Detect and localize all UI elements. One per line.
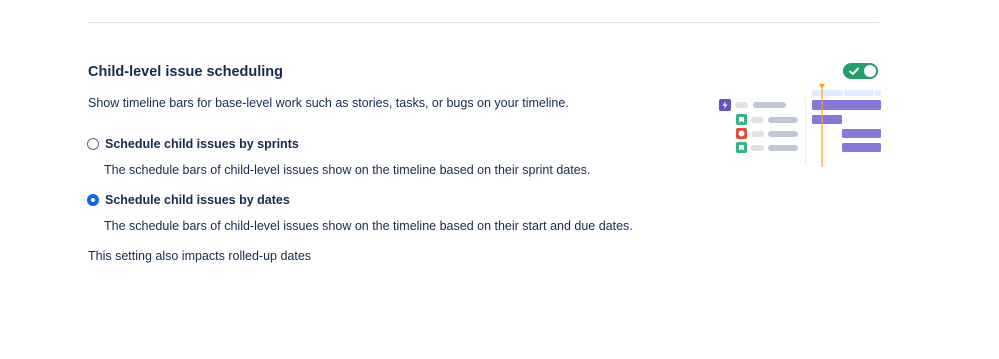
timeline-header-segment <box>812 90 843 96</box>
today-line <box>821 87 823 167</box>
bug-bar <box>842 129 881 138</box>
epic-row <box>719 99 881 111</box>
story-bar-2 <box>842 143 881 152</box>
option-sprints-description: The schedule bars of child-level issues … <box>104 163 591 177</box>
option-dates-row[interactable]: Schedule child issues by dates <box>87 193 290 207</box>
check-icon <box>849 67 859 75</box>
radio-sprints[interactable] <box>87 138 99 150</box>
footnote: This setting also impacts rolled-up date… <box>88 249 312 263</box>
toggle-knob <box>864 65 876 77</box>
section-title: Child-level issue scheduling <box>88 64 283 80</box>
story-row <box>736 114 842 125</box>
timeline-illustration <box>719 84 881 167</box>
scheduling-toggle[interactable] <box>843 63 878 79</box>
story-bar <box>812 115 842 124</box>
timeline-header-segment <box>844 90 874 96</box>
list-divider <box>805 98 806 164</box>
section-divider <box>88 22 879 23</box>
option-dates-label[interactable]: Schedule child issues by dates <box>105 193 290 207</box>
option-sprints-row[interactable]: Schedule child issues by sprints <box>87 137 299 151</box>
radio-dates[interactable] <box>87 194 99 206</box>
option-dates-description: The schedule bars of child-level issues … <box>104 219 633 233</box>
timeline-header-segment <box>875 90 881 96</box>
option-sprints-label[interactable]: Schedule child issues by sprints <box>105 137 299 151</box>
section-description: Show timeline bars for base-level work s… <box>88 96 569 110</box>
bug-row <box>736 128 881 139</box>
story-row-2 <box>736 142 881 153</box>
